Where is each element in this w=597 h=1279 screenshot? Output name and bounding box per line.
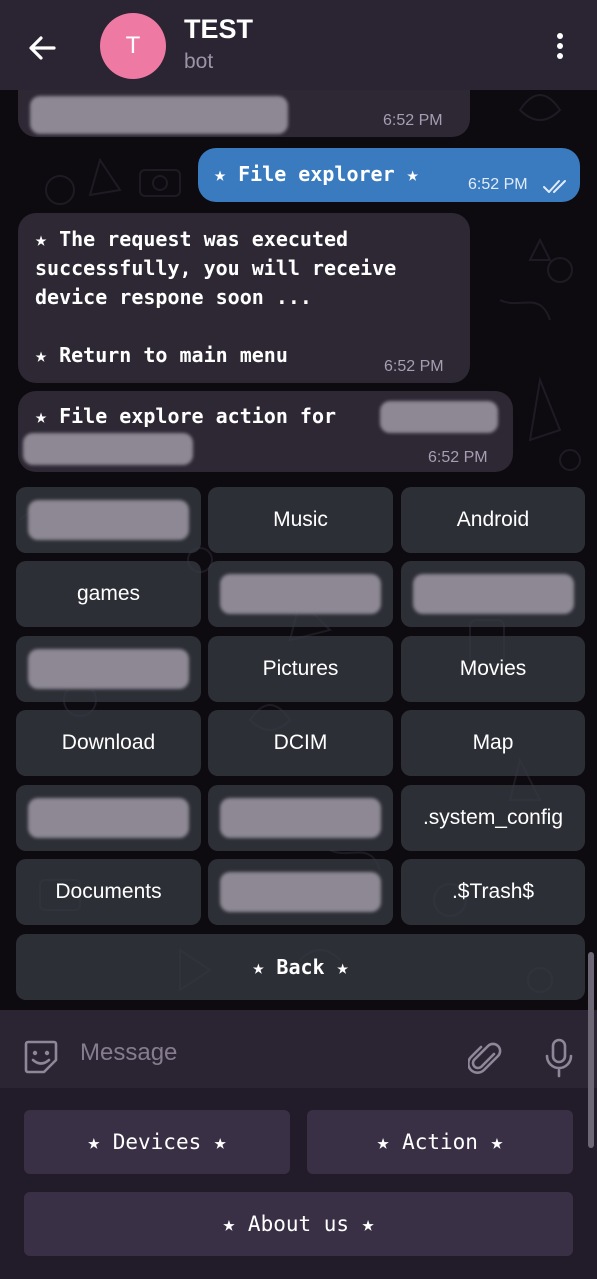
double-check-icon	[543, 180, 566, 193]
redacted-text	[380, 401, 498, 433]
chat-title[interactable]: TEST	[184, 14, 253, 45]
inline-button-redacted[interactable]	[208, 561, 393, 627]
inline-button-music[interactable]: Music	[208, 487, 393, 553]
message-time: 6:52 PM	[384, 358, 444, 375]
paperclip-icon[interactable]	[468, 1040, 502, 1078]
inline-button-android[interactable]: Android	[401, 487, 585, 553]
inline-button-redacted[interactable]	[208, 859, 393, 925]
inline-button-movies[interactable]: Movies	[401, 636, 585, 702]
redacted-label	[220, 574, 381, 614]
inline-button-back[interactable]: ★ Back ★	[16, 934, 585, 1000]
message-input-bar	[0, 1010, 597, 1088]
message-text: ★ The request was executed successfully,…	[35, 227, 397, 367]
inline-button-redacted[interactable]	[208, 785, 393, 851]
more-vert-icon[interactable]	[548, 30, 572, 62]
inline-button-redacted[interactable]	[16, 636, 201, 702]
redacted-text	[30, 96, 288, 134]
action-button[interactable]: ★ Action ★	[307, 1110, 573, 1174]
redacted-label	[220, 872, 381, 912]
inline-button-system-config[interactable]: .system_config	[401, 785, 585, 851]
redacted-label	[28, 500, 189, 540]
inline-button-map[interactable]: Map	[401, 710, 585, 776]
redacted-text	[23, 433, 193, 465]
inline-button-redacted[interactable]	[16, 785, 201, 851]
message-bubble-outgoing[interactable]: ★ File explorer ★ 6:52 PM	[198, 148, 580, 202]
back-arrow-icon[interactable]	[24, 30, 60, 66]
chat-subtitle: bot	[184, 50, 214, 73]
inline-button-trash[interactable]: .$Trash$	[401, 859, 585, 925]
sticker-icon[interactable]	[22, 1038, 60, 1076]
message-time: 6:52 PM	[468, 176, 528, 193]
redacted-label	[220, 798, 381, 838]
redacted-label	[28, 798, 189, 838]
scrollbar[interactable]	[588, 952, 594, 1148]
avatar[interactable]: T	[100, 13, 166, 79]
inline-button-redacted[interactable]	[401, 561, 585, 627]
microphone-icon[interactable]	[544, 1038, 574, 1078]
redacted-label	[28, 649, 189, 689]
reply-keyboard: ★ Devices ★ ★ Action ★ ★ About us ★	[0, 1088, 597, 1279]
inline-button-games[interactable]: games	[16, 561, 201, 627]
inline-button-redacted[interactable]	[16, 487, 201, 553]
message-text: ★ File explore action for	[35, 404, 337, 428]
message-bubble[interactable]: ★ File explore action for 6:52 PM	[18, 391, 513, 472]
inline-button-dcim[interactable]: DCIM	[208, 710, 393, 776]
message-input[interactable]	[78, 1030, 442, 1076]
message-bubble[interactable]: ★ The request was executed successfully,…	[18, 213, 470, 383]
inline-button-pictures[interactable]: Pictures	[208, 636, 393, 702]
chat-header: T TEST bot	[0, 0, 597, 90]
about-us-button[interactable]: ★ About us ★	[24, 1192, 573, 1256]
inline-button-documents[interactable]: Documents	[16, 859, 201, 925]
message-time: 6:52 PM	[383, 112, 443, 129]
devices-button[interactable]: ★ Devices ★	[24, 1110, 290, 1174]
inline-button-download[interactable]: Download	[16, 710, 201, 776]
redacted-label	[412, 574, 574, 614]
message-time: 6:52 PM	[428, 449, 488, 466]
message-text: ★ File explorer ★	[214, 162, 419, 186]
